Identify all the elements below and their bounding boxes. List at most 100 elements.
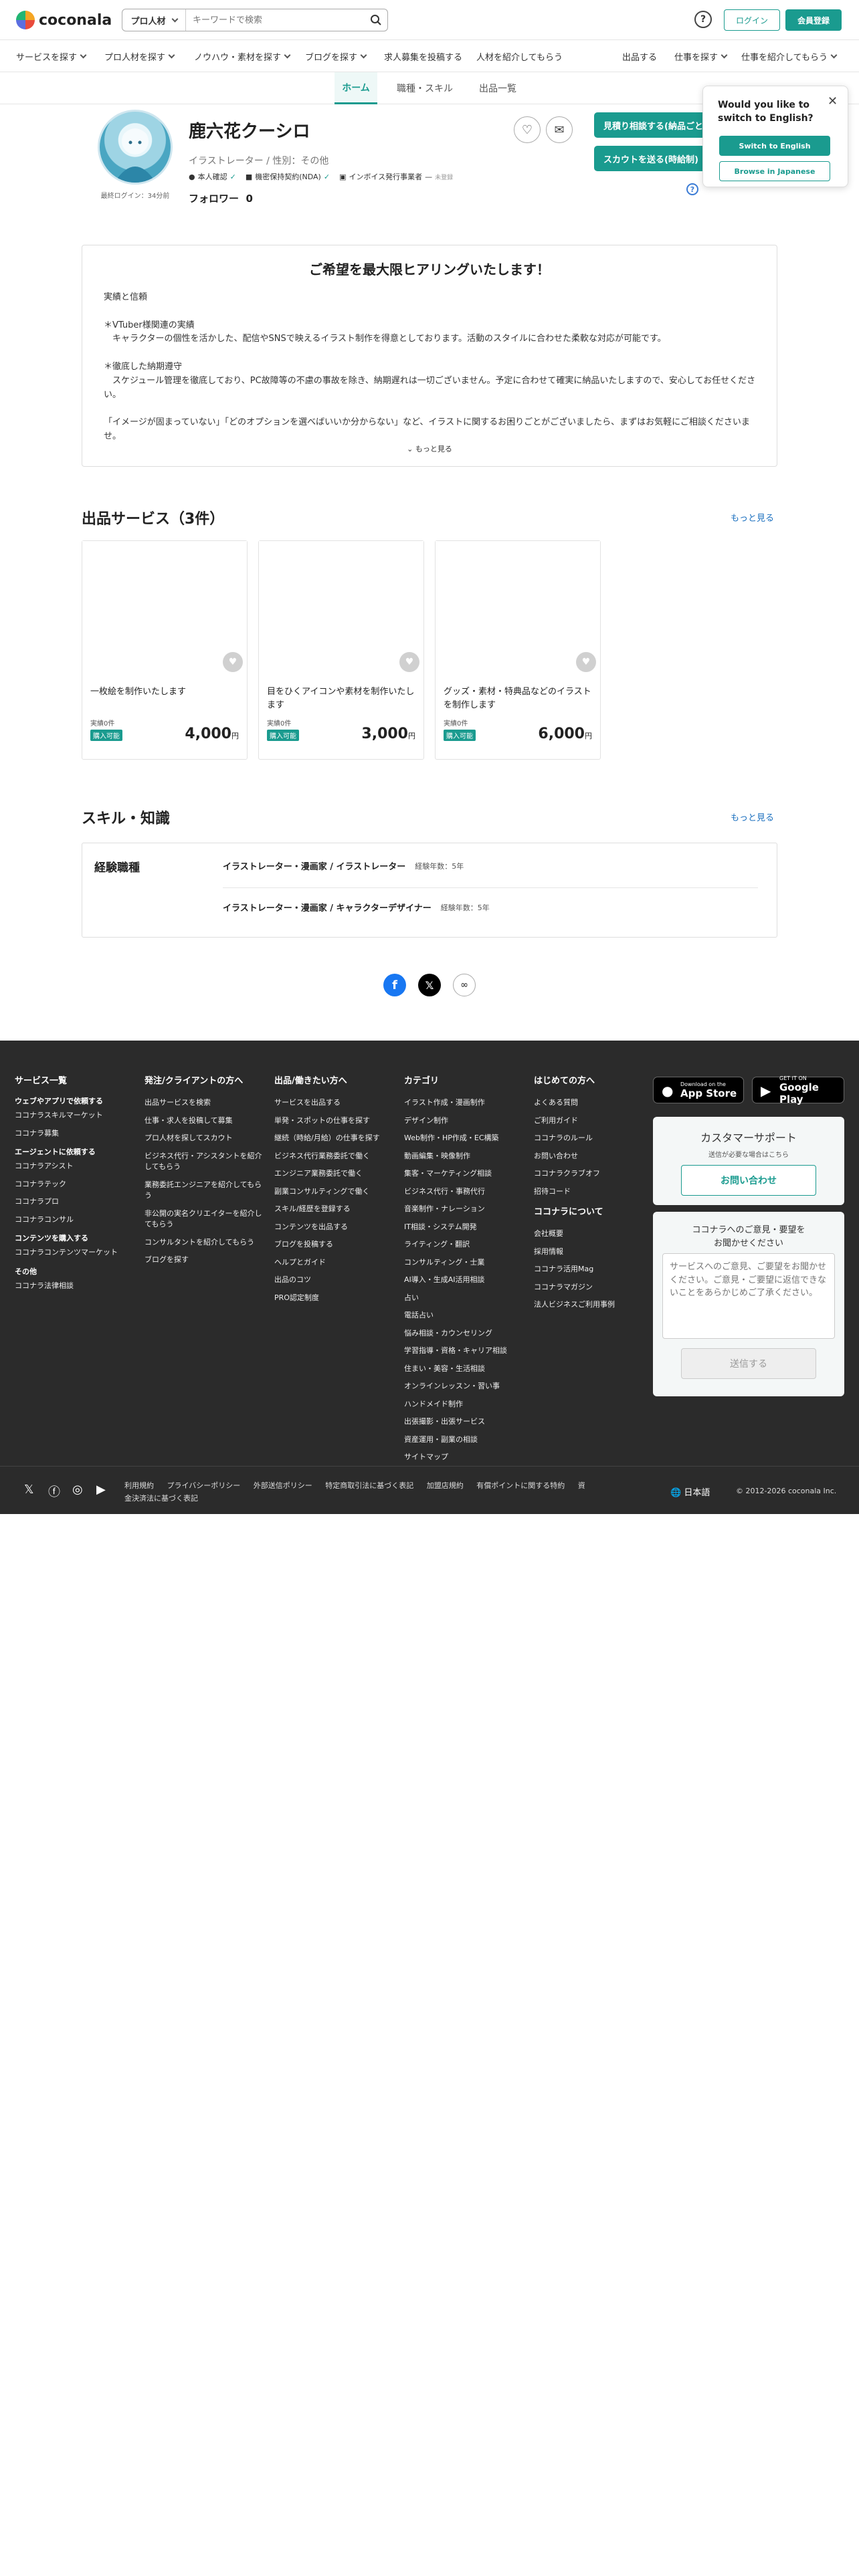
- language-selector[interactable]: 🌐 日本語: [670, 1485, 710, 1498]
- heart-icon[interactable]: ♥: [576, 652, 596, 672]
- tab-home[interactable]: ホーム: [335, 72, 377, 104]
- footer-link[interactable]: ビジネス代行・アシスタントを紹介してもらう: [145, 1151, 265, 1173]
- footer-link[interactable]: ココナラテック: [15, 1179, 142, 1190]
- footer-link[interactable]: IT相談・システム開発: [404, 1222, 529, 1233]
- footer-link[interactable]: ココナラマガジン: [534, 1282, 648, 1293]
- coconala-logo[interactable]: coconala: [16, 9, 112, 31]
- footer-link[interactable]: ココナラプロ: [15, 1196, 142, 1208]
- send-button[interactable]: 送信する: [681, 1348, 816, 1379]
- footer-link[interactable]: ココナラコンサル: [15, 1214, 142, 1226]
- footer-link[interactable]: コンテンツを出品する: [274, 1222, 399, 1233]
- footer-link[interactable]: 副業コンサルティングで働く: [274, 1186, 399, 1198]
- footer-link[interactable]: 学習指導・資格・キャリア相談: [404, 1346, 529, 1357]
- app-store-badge[interactable]: ● Download on the App Store: [653, 1077, 744, 1103]
- footer-link[interactable]: 出品のコツ: [274, 1275, 399, 1286]
- footer-link[interactable]: ハンドメイド制作: [404, 1399, 529, 1410]
- switch-english-button[interactable]: Switch to English: [719, 136, 830, 156]
- nav-find-blogs[interactable]: ブログを探す: [305, 40, 367, 72]
- footer-link[interactable]: スキル/経歴を登録する: [274, 1204, 399, 1215]
- nav-find-knowhow[interactable]: ノウハウ・素材を探す: [194, 40, 291, 72]
- legal-link[interactable]: 利用規約: [124, 1481, 154, 1490]
- legal-link[interactable]: 加盟店規約: [427, 1481, 464, 1490]
- footer-link[interactable]: Web制作・HP作成・EC構築: [404, 1133, 529, 1144]
- footer-link[interactable]: デザイン制作: [404, 1115, 529, 1127]
- footer-link[interactable]: ご利用ガイド: [534, 1115, 648, 1127]
- skills-more-link[interactable]: もっと見る: [731, 811, 774, 823]
- footer-link[interactable]: 法人ビジネスご利用事例: [534, 1299, 648, 1311]
- search-category-select[interactable]: プロ人材: [122, 9, 186, 31]
- link-copy-icon[interactable]: ∞: [453, 974, 476, 996]
- google-play-badge[interactable]: ▶ GET IT ON Google Play: [752, 1075, 844, 1105]
- message-button[interactable]: ✉: [546, 116, 573, 143]
- footer-link[interactable]: 電話占い: [404, 1310, 529, 1321]
- youtube-icon[interactable]: ▶: [96, 1483, 106, 1497]
- register-button[interactable]: 会員登録: [785, 9, 842, 31]
- services-more-link[interactable]: もっと見る: [731, 511, 774, 524]
- close-icon[interactable]: ✕: [828, 94, 838, 108]
- footer-link[interactable]: ブログを投稿する: [274, 1239, 399, 1251]
- footer-link[interactable]: よくある質問: [534, 1097, 648, 1109]
- footer-link[interactable]: ココナラ活用Mag: [534, 1264, 648, 1275]
- footer-link[interactable]: 動画編集・映像制作: [404, 1151, 529, 1162]
- instagram-icon[interactable]: ◎: [72, 1483, 83, 1497]
- service-card[interactable]: ♥ 一枚絵を制作いたします 実績0件 購入可能 4,000円: [82, 540, 248, 760]
- service-card[interactable]: ♥ グッズ・素材・特典品などのイラストを制作します 実績0件 購入可能 6,00…: [435, 540, 601, 760]
- footer-link[interactable]: 業務委託エンジニアを紹介してもらう: [145, 1180, 265, 1202]
- footer-link[interactable]: 会社概要: [534, 1228, 648, 1240]
- footer-link[interactable]: ブログを探す: [145, 1255, 265, 1266]
- heart-icon[interactable]: ♥: [223, 652, 243, 672]
- footer-link[interactable]: ビジネス代行業務委託で働く: [274, 1151, 399, 1162]
- search-input[interactable]: [186, 9, 365, 31]
- footer-link[interactable]: ヘルプとガイド: [274, 1257, 399, 1269]
- footer-link[interactable]: 資産運用・副業の相談: [404, 1434, 529, 1446]
- footer-link[interactable]: サービスを出品する: [274, 1097, 399, 1109]
- footer-link[interactable]: 悩み相談・カウンセリング: [404, 1328, 529, 1339]
- footer-link[interactable]: 占い: [404, 1293, 529, 1304]
- nav-find-pros[interactable]: プロ人材を探す: [104, 40, 175, 72]
- nav-sell[interactable]: 出品する: [622, 40, 657, 72]
- footer-link[interactable]: 仕事・求人を投稿して募集: [145, 1115, 265, 1127]
- browse-japanese-button[interactable]: Browse in Japanese: [719, 161, 830, 181]
- footer-link[interactable]: オンラインレッスン・習い事: [404, 1381, 529, 1392]
- legal-link[interactable]: 特定商取引法に基づく表記: [325, 1481, 413, 1490]
- footer-link[interactable]: エンジニア業務委託で働く: [274, 1168, 399, 1180]
- footer-link[interactable]: ココナラスキルマーケット: [15, 1110, 142, 1121]
- help-icon[interactable]: ?: [694, 11, 712, 28]
- nav-find-work[interactable]: 仕事を探す: [674, 40, 728, 72]
- footer-link[interactable]: サイトマップ: [404, 1452, 529, 1463]
- search-button[interactable]: [365, 9, 387, 31]
- footer-link[interactable]: 継続（時給/月給）の仕事を探す: [274, 1133, 399, 1144]
- x-icon[interactable]: 𝕏: [24, 1483, 34, 1497]
- footer-link[interactable]: 出品サービスを検索: [145, 1097, 265, 1109]
- footer-link[interactable]: 非公開の実名クリエイターを紹介してもらう: [145, 1208, 265, 1230]
- footer-link[interactable]: 招待コード: [534, 1186, 648, 1198]
- facebook-icon[interactable]: ⓕ: [48, 1483, 60, 1500]
- nav-post-job[interactable]: 求人募集を投稿する: [384, 40, 462, 72]
- footer-link[interactable]: 採用情報: [534, 1247, 648, 1258]
- x-share-icon[interactable]: 𝕏: [418, 974, 441, 996]
- heart-icon[interactable]: ♥: [399, 652, 419, 672]
- footer-link[interactable]: 住まい・美容・生活相談: [404, 1364, 529, 1375]
- footer-link[interactable]: コンサルティング・士業: [404, 1257, 529, 1269]
- favorite-button[interactable]: ♡: [514, 116, 541, 143]
- service-card[interactable]: ♥ 目をひくアイコンや素材を制作いたします 実績0件 購入可能 3,000円: [258, 540, 424, 760]
- nav-find-services[interactable]: サービスを探す: [16, 40, 87, 72]
- footer-link[interactable]: AI導入・生成AI活用相談: [404, 1275, 529, 1286]
- footer-link[interactable]: 集客・マーケティング相談: [404, 1168, 529, 1180]
- nav-get-referral[interactable]: 人材を紹介してもらう: [476, 40, 563, 72]
- footer-link[interactable]: ライティング・翻訳: [404, 1239, 529, 1251]
- feedback-textarea[interactable]: [662, 1253, 835, 1339]
- footer-link[interactable]: 単発・スポットの仕事を探す: [274, 1115, 399, 1127]
- legal-link[interactable]: 有償ポイントに関する特約: [476, 1481, 565, 1490]
- facebook-share-icon[interactable]: f: [383, 974, 406, 996]
- tab-skills[interactable]: 職種・スキル: [388, 72, 462, 104]
- footer-link[interactable]: 音楽制作・ナレーション: [404, 1204, 529, 1215]
- footer-link[interactable]: ココナラ募集: [15, 1128, 142, 1140]
- nav-work-referral[interactable]: 仕事を紹介してもらう: [741, 40, 838, 72]
- footer-link[interactable]: お問い合わせ: [534, 1151, 648, 1162]
- tab-listings[interactable]: 出品一覧: [471, 72, 524, 104]
- footer-link[interactable]: ココナラ法律相談: [15, 1281, 142, 1292]
- footer-link[interactable]: イラスト作成・漫画制作: [404, 1097, 529, 1109]
- footer-link[interactable]: プロ人材を探してスカウト: [145, 1133, 265, 1144]
- contact-button[interactable]: お問い合わせ: [681, 1165, 816, 1196]
